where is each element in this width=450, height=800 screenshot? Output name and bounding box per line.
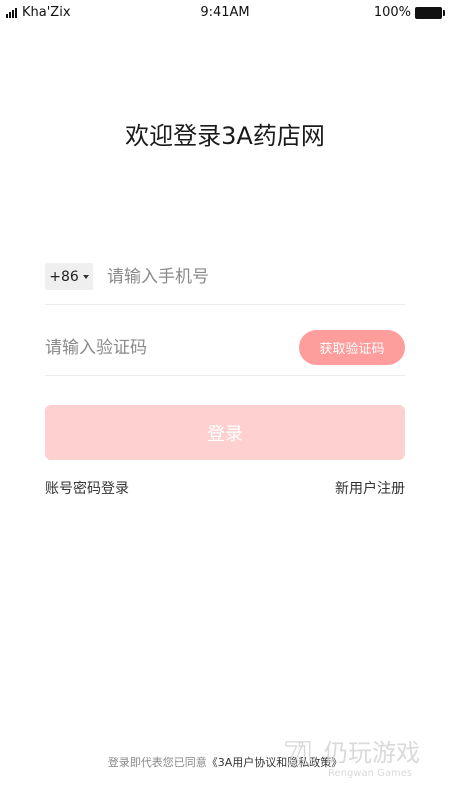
password-login-link[interactable]: 账号密码登录 bbox=[45, 478, 129, 498]
battery-percent: 100% bbox=[373, 5, 411, 20]
code-row: 获取验证码 bbox=[45, 325, 405, 376]
svg-text:Rengwan Games: Rengwan Games bbox=[328, 768, 412, 779]
country-code-label: +86 bbox=[49, 268, 79, 285]
status-bar: Kha'Zix 9:41AM 100% bbox=[0, 0, 450, 26]
register-link[interactable]: 新用户注册 bbox=[335, 478, 405, 498]
agreement-prefix: 登录即代表您已同意 bbox=[107, 756, 207, 769]
verification-code-input[interactable] bbox=[45, 335, 285, 361]
battery-icon bbox=[415, 6, 445, 19]
svg-text:1: 1 bbox=[296, 737, 317, 772]
get-code-button[interactable]: 获取验证码 bbox=[299, 330, 405, 365]
country-code-selector[interactable]: +86 bbox=[45, 263, 93, 290]
phone-input[interactable] bbox=[107, 264, 397, 290]
status-right: 100% bbox=[373, 5, 445, 20]
svg-text:仍玩游戏: 仍玩游戏 bbox=[324, 739, 420, 767]
login-button[interactable]: 登录 bbox=[45, 405, 405, 460]
page-title: 欢迎登录3A药店网 bbox=[125, 122, 325, 150]
phone-row: +86 bbox=[45, 254, 405, 305]
watermark-logo: 7 1 仍玩游戏 Rengwan Games bbox=[283, 736, 420, 779]
caret-down-icon bbox=[82, 274, 89, 279]
